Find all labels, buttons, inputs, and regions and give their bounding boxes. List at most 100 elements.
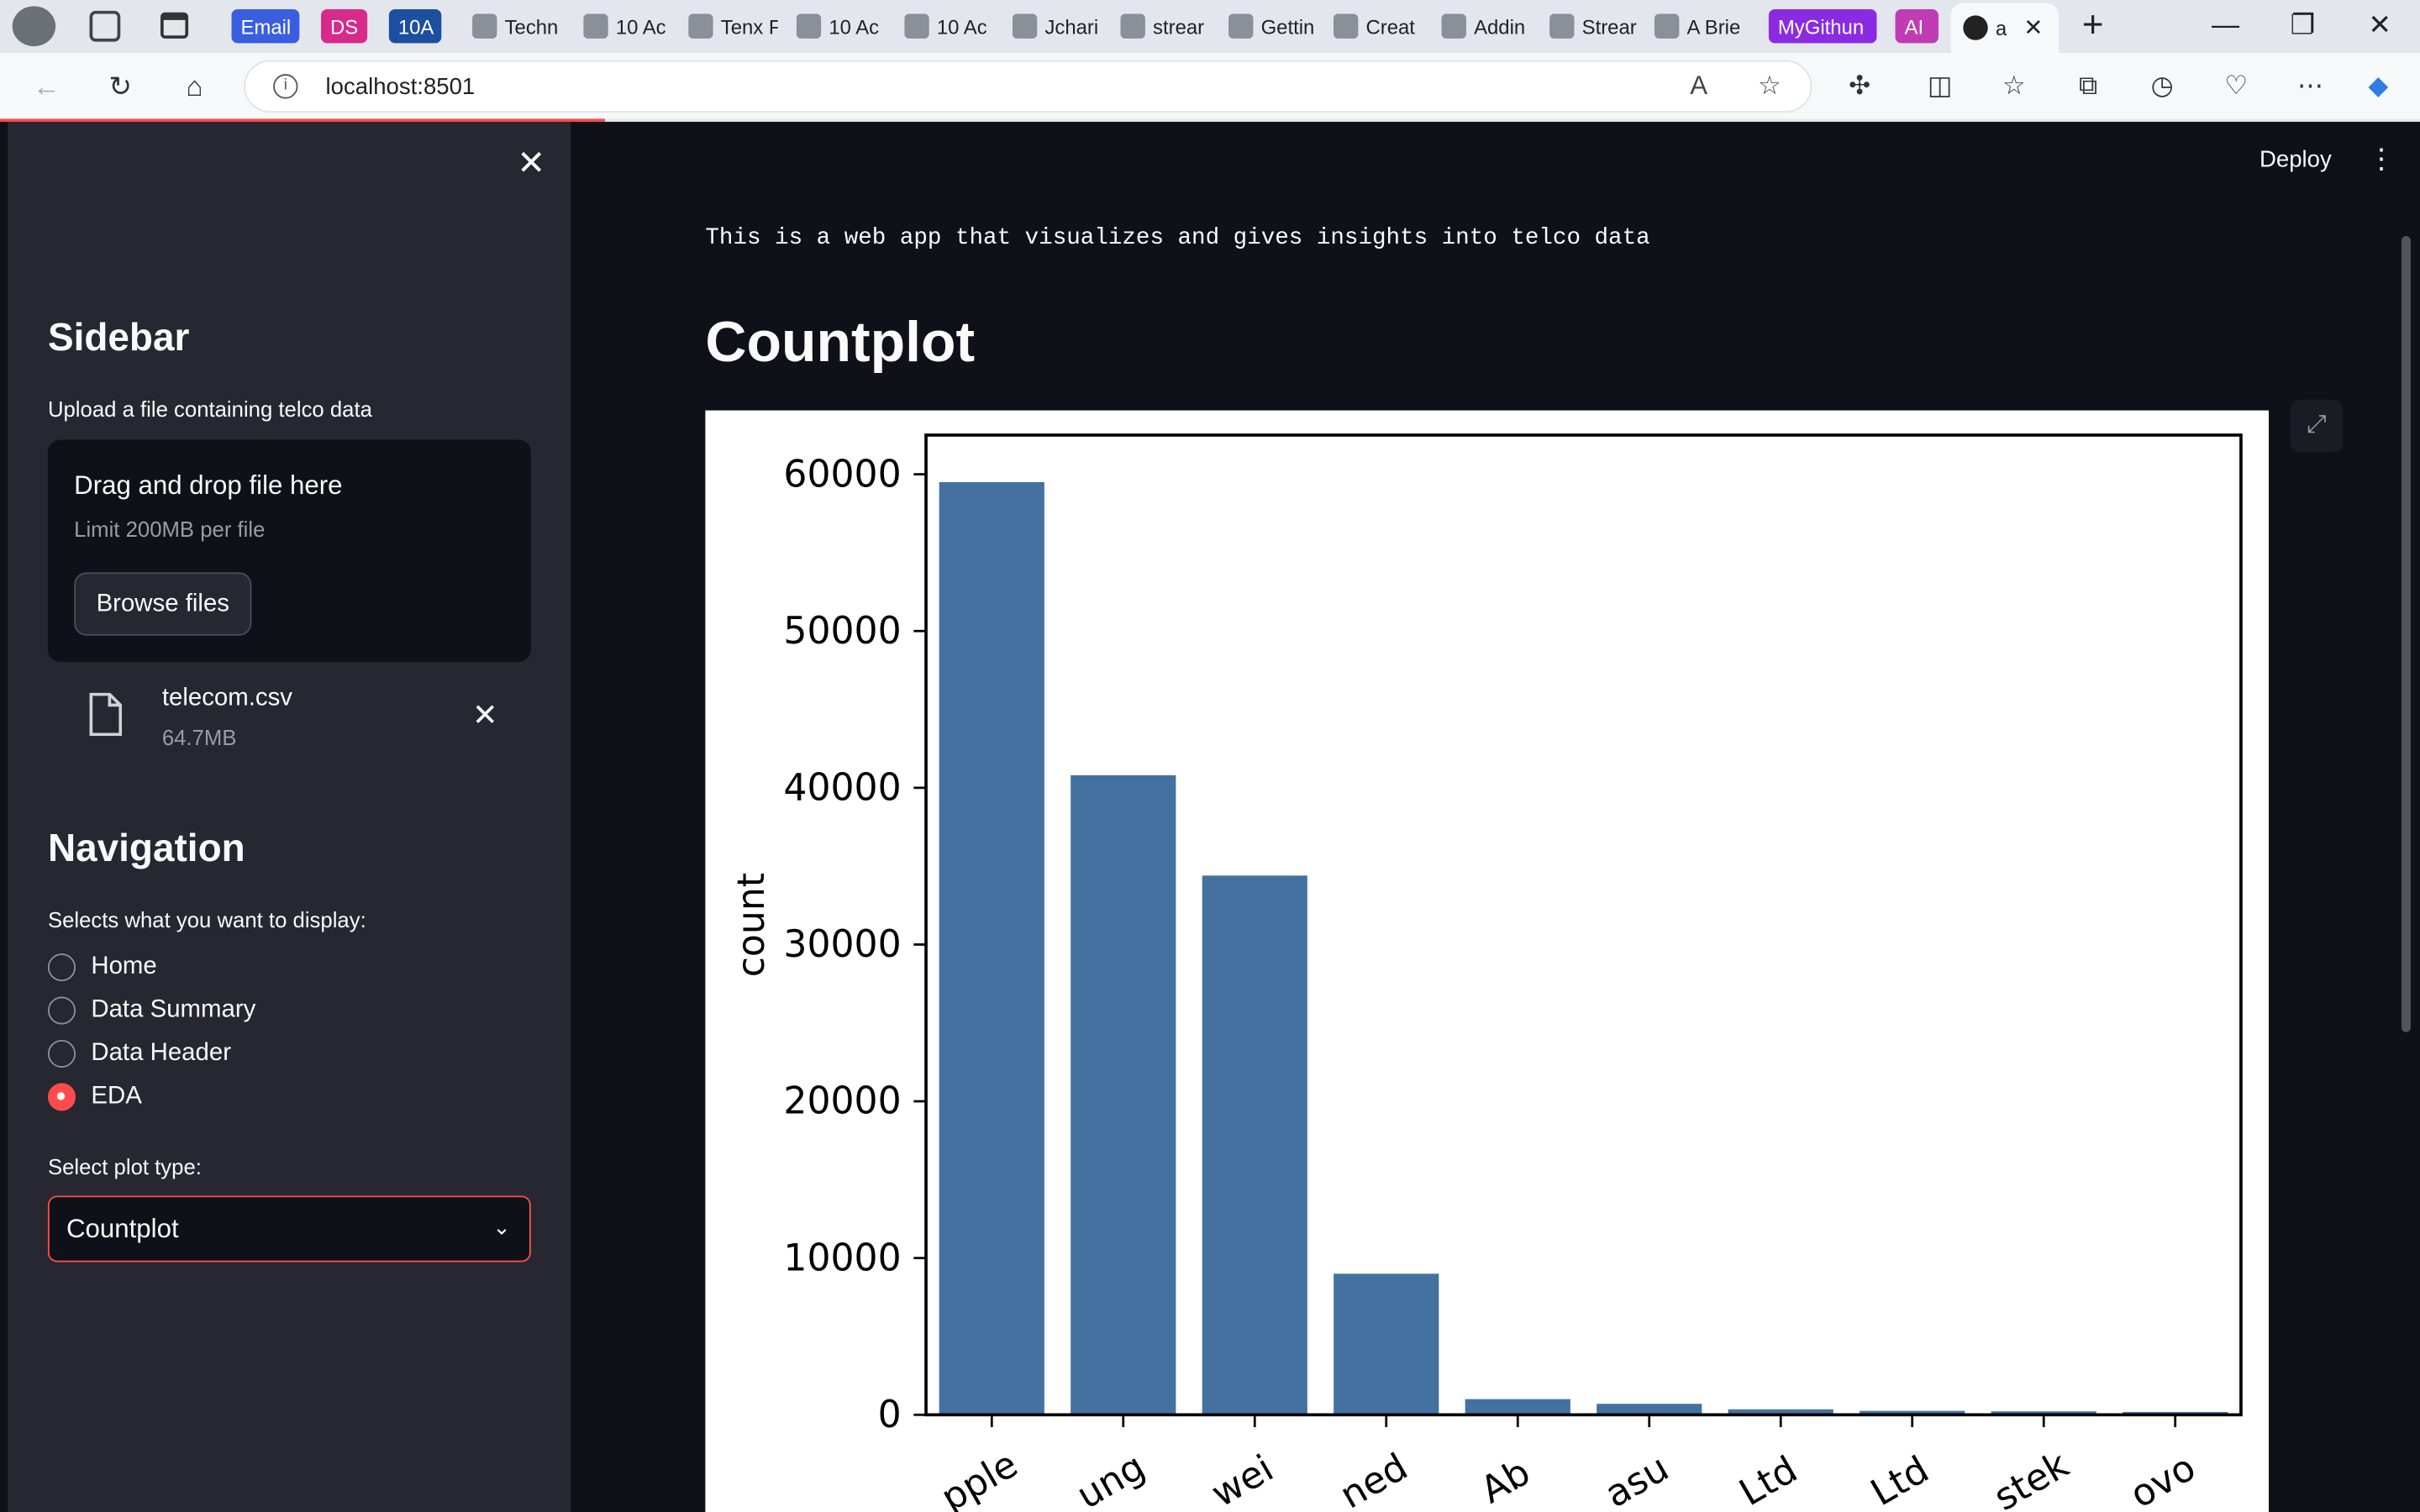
browser-tab-label: A Brie xyxy=(1686,14,1741,39)
x-tick-label: Ab xyxy=(1474,1451,1538,1512)
workspaces-icon[interactable] xyxy=(89,10,121,42)
y-tick-label: 20000 xyxy=(783,1080,901,1123)
plot-type-value: Countplot xyxy=(66,1214,179,1244)
browser-tab-label: 10A xyxy=(397,14,434,39)
tab-favicon-icon xyxy=(472,13,497,39)
radio-option-label: Data Summary xyxy=(91,996,256,1023)
main-menu-icon[interactable]: ⋮ xyxy=(2368,144,2396,176)
browser-tab[interactable]: 10A xyxy=(388,9,442,44)
radio-unselected-icon[interactable] xyxy=(47,1039,76,1068)
browser-tab[interactable]: Gettin xyxy=(1228,9,1318,43)
x-tick-label: Ltd xyxy=(1733,1448,1805,1512)
browser-tab[interactable]: AI xyxy=(1895,9,1939,44)
url-field[interactable]: i localhost:8501 A ☆ xyxy=(244,60,1812,113)
browser-tab[interactable]: 10 Ac xyxy=(796,9,886,43)
tab-favicon-icon xyxy=(1012,13,1038,39)
page-heading: Countplot xyxy=(705,310,976,374)
chart-bar xyxy=(1597,1404,1702,1415)
browse-files-button[interactable]: Browse files xyxy=(74,572,252,636)
favorite-star-icon[interactable]: ☆ xyxy=(1758,71,1781,102)
radio-unselected-icon[interactable] xyxy=(47,953,76,982)
scrollbar[interactable] xyxy=(2401,236,2411,1032)
profile-avatar[interactable] xyxy=(12,6,56,47)
tab-active-label: a xyxy=(1995,16,2007,39)
collections-icon[interactable]: ⧉ xyxy=(2071,70,2105,103)
minimize-icon[interactable]: — xyxy=(2207,9,2244,42)
radio-option[interactable]: Data Summary xyxy=(47,996,256,1025)
browser-tab[interactable]: Email xyxy=(231,9,300,44)
browser-tab[interactable]: Addin xyxy=(1441,9,1532,43)
x-tick-label: ung xyxy=(1070,1446,1152,1512)
browser-tab-label: Techn xyxy=(504,14,559,39)
site-info-icon[interactable]: i xyxy=(273,74,298,99)
plot-type-select[interactable]: Countplot ⌄ xyxy=(47,1195,531,1263)
y-tick-label: 50000 xyxy=(783,610,901,653)
favorites-icon[interactable]: ☆ xyxy=(1997,70,2031,103)
tab-favicon-icon xyxy=(1120,13,1145,39)
tab-favicon-icon xyxy=(796,13,822,39)
y-tick-label: 0 xyxy=(878,1394,902,1436)
browser-tab[interactable]: Creat xyxy=(1333,9,1423,43)
chart-bar xyxy=(1465,1399,1570,1415)
browser-tab[interactable]: A Brie xyxy=(1654,9,1754,43)
uploaded-file-size: 64.7MB xyxy=(161,725,237,750)
browser-tab[interactable]: Techn xyxy=(472,9,565,43)
deploy-button[interactable]: Deploy xyxy=(2260,146,2332,172)
split-screen-icon[interactable]: ◫ xyxy=(1923,70,1957,103)
radio-option-label: EDA xyxy=(91,1083,142,1110)
countplot-figure: 0 10000 20000 30000 40000 50000 60000 pple ung we… xyxy=(705,410,2270,1512)
back-icon[interactable]: ← xyxy=(28,68,65,105)
x-tick-label: stek xyxy=(1987,1443,2076,1512)
radio-option[interactable]: EDA xyxy=(47,1083,142,1111)
browser-tab-label: Tenx F xyxy=(720,14,778,39)
upload-label: Upload a file containing telco data xyxy=(47,396,372,422)
history-icon[interactable]: ◷ xyxy=(2145,70,2179,103)
browser-tab[interactable]: Jchari xyxy=(1012,9,1102,43)
navigation-title: Navigation xyxy=(47,827,245,870)
radio-option[interactable]: Data Header xyxy=(47,1039,231,1068)
remove-file-icon[interactable]: ✕ xyxy=(472,696,498,734)
close-window-icon[interactable]: ✕ xyxy=(2361,9,2398,42)
chart-bar xyxy=(1334,1273,1439,1415)
copilot-icon[interactable]: ◆ xyxy=(2361,70,2395,103)
plot-type-label: Select plot type: xyxy=(47,1153,202,1179)
browser-tab[interactable]: 10 Ac xyxy=(904,9,994,43)
tab-active[interactable]: a ✕ xyxy=(1950,3,2060,53)
y-axis-label: count xyxy=(730,873,773,977)
navigation-label: Selects what you want to display: xyxy=(47,907,366,932)
browser-tab[interactable]: 10 Ac xyxy=(583,9,673,43)
tab-actions-icon[interactable] xyxy=(160,12,189,39)
close-sidebar-icon[interactable]: ✕ xyxy=(517,144,545,184)
radio-option[interactable]: Home xyxy=(47,953,157,982)
radio-selected-icon[interactable] xyxy=(47,1083,76,1111)
browser-tab-label: strear xyxy=(1153,14,1205,39)
home-icon[interactable]: ⌂ xyxy=(176,68,213,105)
read-aloud-icon[interactable]: A xyxy=(1690,71,1707,102)
browser-tab[interactable]: Strear xyxy=(1549,9,1639,43)
radio-option-label: Data Header xyxy=(91,1039,231,1067)
x-tick-label: asu xyxy=(1598,1446,1676,1512)
fullscreen-icon[interactable]: ⤢ xyxy=(2290,399,2344,453)
radio-unselected-icon[interactable] xyxy=(47,996,76,1025)
browser-tab-label: Creat xyxy=(1365,14,1415,39)
reload-icon[interactable]: ↻ xyxy=(102,68,139,105)
more-menu-icon[interactable]: ⋯ xyxy=(2293,70,2327,103)
browser-tab[interactable]: DS xyxy=(321,9,368,44)
restore-icon[interactable]: ❐ xyxy=(2284,9,2321,42)
browser-tab[interactable]: Tenx F xyxy=(688,9,778,43)
dropzone-title: Drag and drop file here xyxy=(74,470,343,501)
browser-tab-label: 10 Ac xyxy=(829,14,880,39)
browser-tab-label: MyGithun xyxy=(1777,14,1865,39)
chevron-down-icon: ⌄ xyxy=(492,1214,511,1239)
file-dropzone[interactable]: Drag and drop file here Limit 200MB per … xyxy=(47,439,531,662)
tab-favicon-icon xyxy=(1333,13,1359,39)
y-tick-label: 60000 xyxy=(783,453,901,496)
radio-option-label: Home xyxy=(91,953,157,980)
browser-tab[interactable]: strear xyxy=(1120,9,1210,43)
close-tab-icon[interactable]: ✕ xyxy=(2023,14,2043,42)
performance-icon[interactable]: ♡ xyxy=(2219,70,2253,103)
streamlit-crown-icon xyxy=(1963,15,1988,40)
extensions-icon[interactable]: ✣ xyxy=(1843,70,1876,103)
new-tab-icon[interactable]: + xyxy=(2075,5,2112,48)
browser-tab[interactable]: MyGithun xyxy=(1768,9,1877,44)
